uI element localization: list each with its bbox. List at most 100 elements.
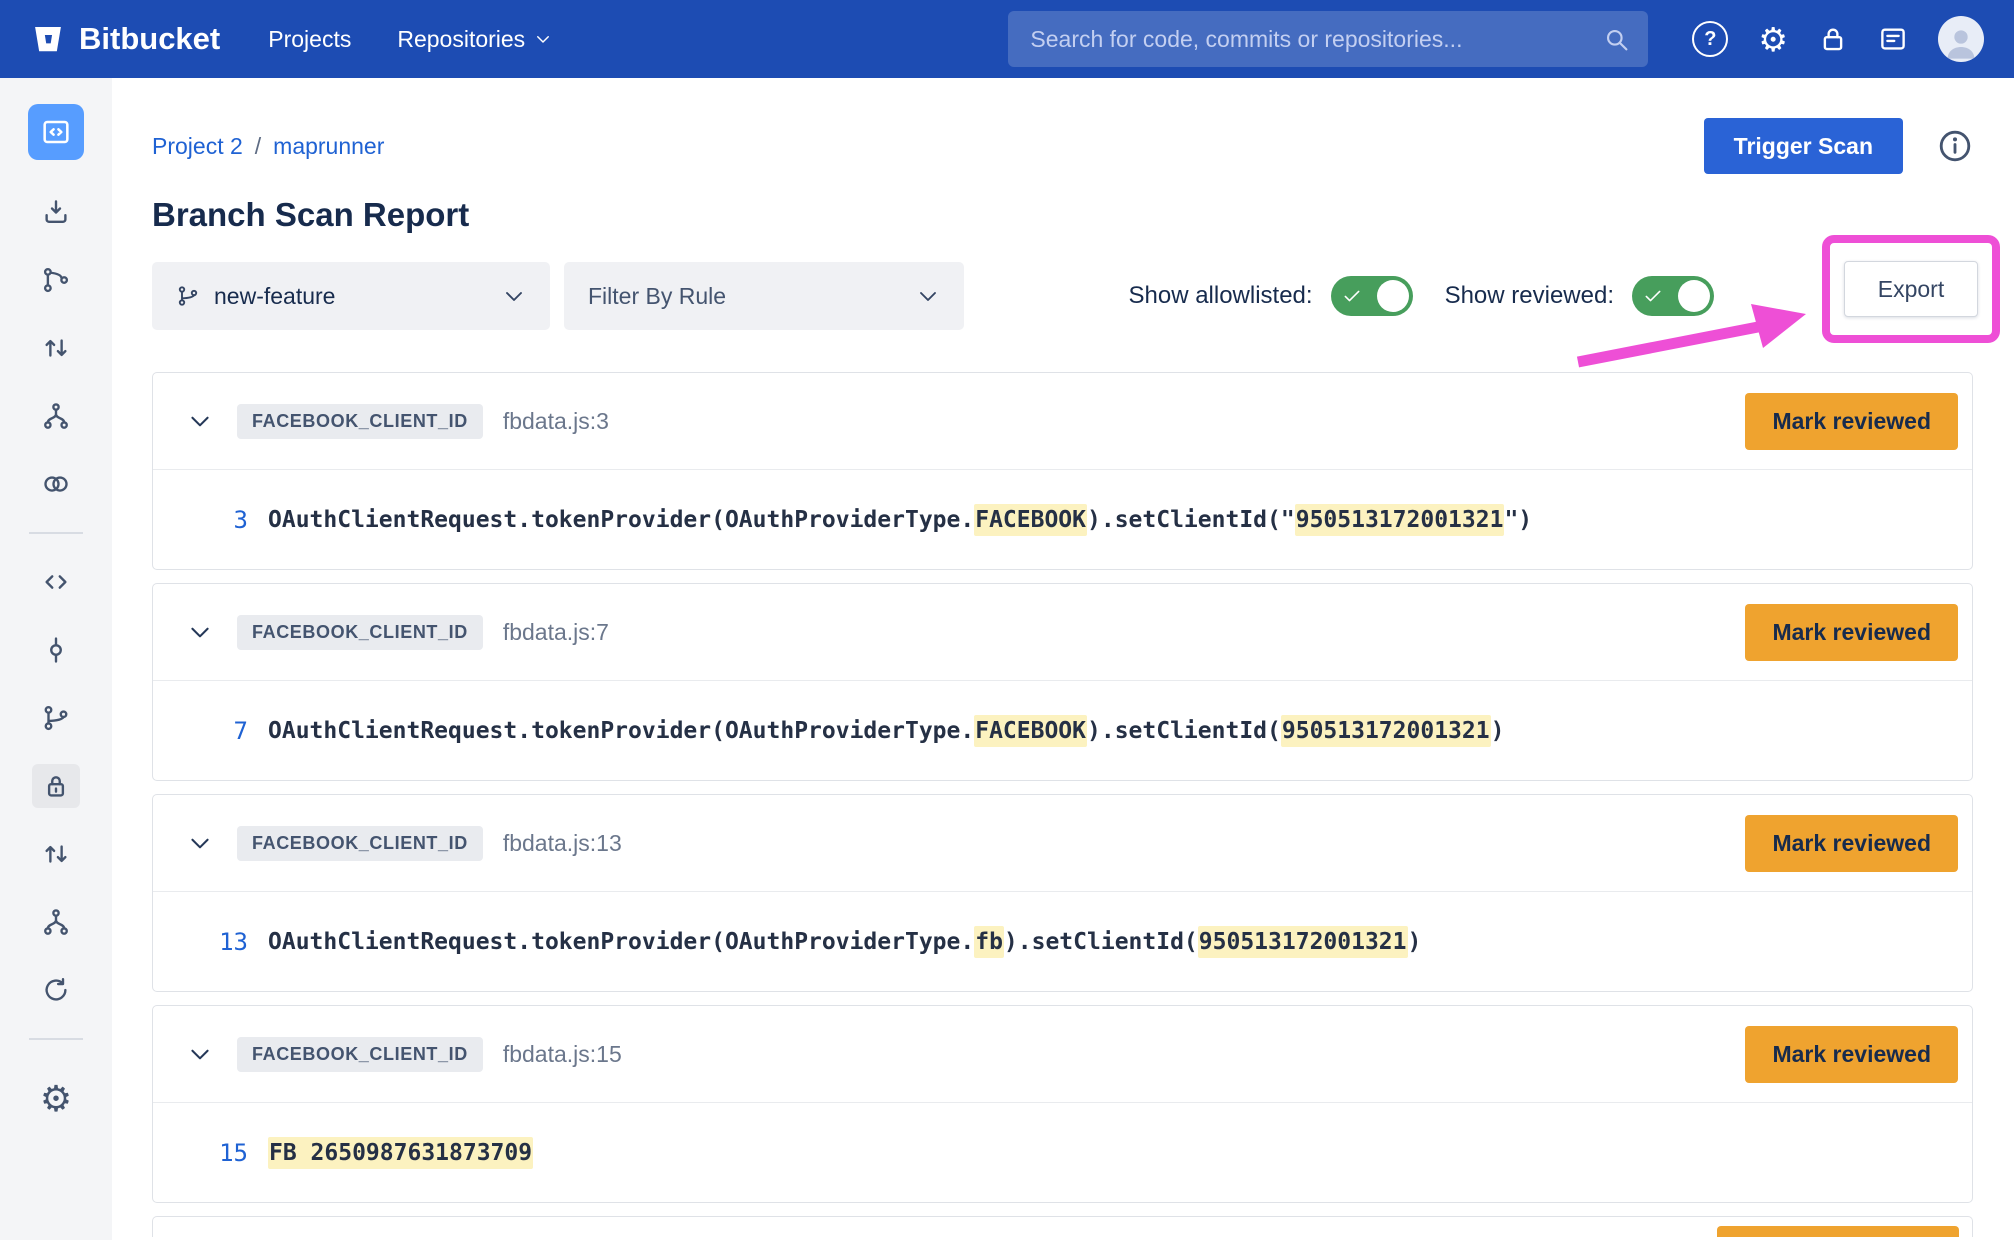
feedback-icon[interactable] <box>1878 24 1908 54</box>
finding-location: fbdata.js:7 <box>503 619 609 646</box>
collapse-chevron-icon[interactable] <box>187 1041 213 1067</box>
finding-code-row: 3 OAuthClientRequest.tokenProvider(OAuth… <box>153 469 1972 569</box>
finding-card-header: FACEBOOK_CLIENT_ID fbdata.js:7 Mark revi… <box>153 584 1972 680</box>
show-reviewed-label: Show reviewed: <box>1445 282 1614 310</box>
security-icon[interactable] <box>32 764 80 808</box>
deployments-icon[interactable] <box>32 190 80 234</box>
finding-code-row: 15 FB 2650987631873709 <box>153 1102 1972 1202</box>
left-sidebar: ⚙ <box>0 78 112 1240</box>
finding-card-header: FACEBOOK_CLIENT_ID fbdata.js:13 Mark rev… <box>153 795 1972 891</box>
chevron-down-icon <box>534 30 552 48</box>
finding-code-row: 13 OAuthClientRequest.tokenProvider(OAut… <box>153 891 1972 991</box>
help-icon[interactable]: ? <box>1692 21 1728 57</box>
findings-list: FACEBOOK_CLIENT_ID fbdata.js:3 Mark revi… <box>152 372 1973 1203</box>
top-navbar: Bitbucket Projects Repositories ? ⚙ <box>0 0 2014 78</box>
search-input[interactable] <box>1030 26 1603 53</box>
forks-icon[interactable] <box>32 900 80 944</box>
search-icon[interactable] <box>1603 26 1630 53</box>
finding-card-header: FACEBOOK_CLIENT_ID fbdata.js:15 Mark rev… <box>153 1006 1972 1102</box>
avatar[interactable] <box>1938 16 1984 62</box>
collapse-chevron-icon[interactable] <box>187 619 213 645</box>
export-button[interactable]: Export <box>1844 261 1978 317</box>
finding-card: FACEBOOK_CLIENT_ID fbdata.js:3 Mark revi… <box>152 372 1973 570</box>
branch-icon <box>176 284 200 308</box>
branch-selector-dropdown[interactable]: new-feature <box>152 262 550 330</box>
lock-icon[interactable] <box>1818 24 1848 54</box>
pull-requests-icon[interactable] <box>32 832 80 876</box>
main-menu: Projects Repositories <box>268 26 552 53</box>
gear-icon[interactable]: ⚙ <box>1758 23 1788 56</box>
check-icon <box>1342 286 1362 306</box>
commits-icon[interactable] <box>32 628 80 672</box>
repo-window-icon <box>40 116 72 148</box>
main-content: Project 2 / maprunner Trigger Scan Branc… <box>112 78 2014 1240</box>
sidebar-divider <box>29 1038 83 1040</box>
menu-projects[interactable]: Projects <box>268 26 351 53</box>
line-number: 7 <box>153 717 248 745</box>
rule-badge: FACEBOOK_CLIENT_ID <box>237 404 483 439</box>
code-line: OAuthClientRequest.tokenProvider(OAuthPr… <box>268 718 1504 744</box>
mark-reviewed-button[interactable]: Mark reviewed <box>1745 393 1958 450</box>
menu-repositories[interactable]: Repositories <box>397 26 552 53</box>
toggle-knob <box>1678 280 1710 312</box>
mark-reviewed-button[interactable]: Mark reviewed <box>1745 815 1958 872</box>
rule-badge: FACEBOOK_CLIENT_ID <box>237 826 483 861</box>
menu-projects-label: Projects <box>268 26 351 53</box>
check-icon <box>1643 286 1663 306</box>
finding-code-row: 7 OAuthClientRequest.tokenProvider(OAuth… <box>153 680 1972 780</box>
finding-card: FACEBOOK_CLIENT_ID fbdata.js:15 Mark rev… <box>152 1005 1973 1203</box>
branch-selector-value: new-feature <box>214 283 335 310</box>
show-allowlisted-toggle[interactable] <box>1331 276 1413 316</box>
forks-icon[interactable] <box>32 394 80 438</box>
chevron-down-icon <box>916 284 940 308</box>
settings-icon[interactable]: ⚙ <box>40 1078 72 1120</box>
rule-badge: FACEBOOK_CLIENT_ID <box>237 615 483 650</box>
sidebar-divider <box>29 532 83 534</box>
pull-requests-icon[interactable] <box>32 326 80 370</box>
info-icon[interactable] <box>1937 128 1973 164</box>
mark-reviewed-button[interactable]: Mark reviewed <box>1745 604 1958 661</box>
mark-reviewed-button[interactable]: Mark reviewed <box>1745 1026 1958 1083</box>
source-icon[interactable] <box>32 560 80 604</box>
breadcrumb: Project 2 / maprunner <box>152 133 384 160</box>
trigger-scan-button[interactable]: Trigger Scan <box>1704 118 1903 174</box>
toggle-knob <box>1377 280 1409 312</box>
avatar-person-icon <box>1941 22 1981 62</box>
filter-row: new-feature Filter By Rule Show allowlis… <box>152 262 1973 330</box>
menu-repositories-label: Repositories <box>397 26 525 53</box>
finding-card-header: FACEBOOK_CLIENT_ID fbdata.js:3 Mark revi… <box>153 373 1972 469</box>
branches-icon[interactable] <box>32 696 80 740</box>
breadcrumb-repo-link[interactable]: maprunner <box>273 133 384 160</box>
line-number: 15 <box>153 1139 248 1167</box>
code-line: FB 2650987631873709 <box>268 1140 533 1166</box>
pipelines-icon[interactable] <box>32 462 80 506</box>
rule-filter-dropdown[interactable]: Filter By Rule <box>564 262 964 330</box>
finding-location: fbdata.js:3 <box>503 408 609 435</box>
toggle-group: Show allowlisted: Show reviewed: <box>1128 276 1728 316</box>
brand-label: Bitbucket <box>79 21 220 57</box>
breadcrumb-separator: / <box>255 133 261 160</box>
mark-reviewed-button[interactable]: Mark reviewed <box>1717 1226 1959 1237</box>
chevron-down-icon <box>502 284 526 308</box>
graph-icon[interactable] <box>32 258 80 302</box>
export-annotation-box: Export <box>1822 235 2000 343</box>
show-reviewed-toggle[interactable] <box>1632 276 1714 316</box>
workspace-icon[interactable] <box>28 104 84 160</box>
finding-card-partial: Mark reviewed <box>152 1216 1973 1237</box>
finding-location: fbdata.js:13 <box>503 830 622 857</box>
global-search[interactable] <box>1008 11 1648 67</box>
navbar-actions: ? ⚙ <box>1692 16 1984 62</box>
bitbucket-brand[interactable]: Bitbucket <box>30 21 220 57</box>
collapse-chevron-icon[interactable] <box>187 830 213 856</box>
line-number: 3 <box>153 506 248 534</box>
line-number: 13 <box>153 928 248 956</box>
code-line: OAuthClientRequest.tokenProvider(OAuthPr… <box>268 929 1421 955</box>
collapse-chevron-icon[interactable] <box>187 408 213 434</box>
breadcrumb-project-link[interactable]: Project 2 <box>152 133 243 160</box>
rule-filter-value: Filter By Rule <box>588 283 726 310</box>
bitbucket-logo-icon <box>30 21 66 57</box>
finding-location: fbdata.js:15 <box>503 1041 622 1068</box>
sync-icon[interactable] <box>32 968 80 1012</box>
show-allowlisted-label: Show allowlisted: <box>1128 282 1312 310</box>
finding-card: FACEBOOK_CLIENT_ID fbdata.js:13 Mark rev… <box>152 794 1973 992</box>
